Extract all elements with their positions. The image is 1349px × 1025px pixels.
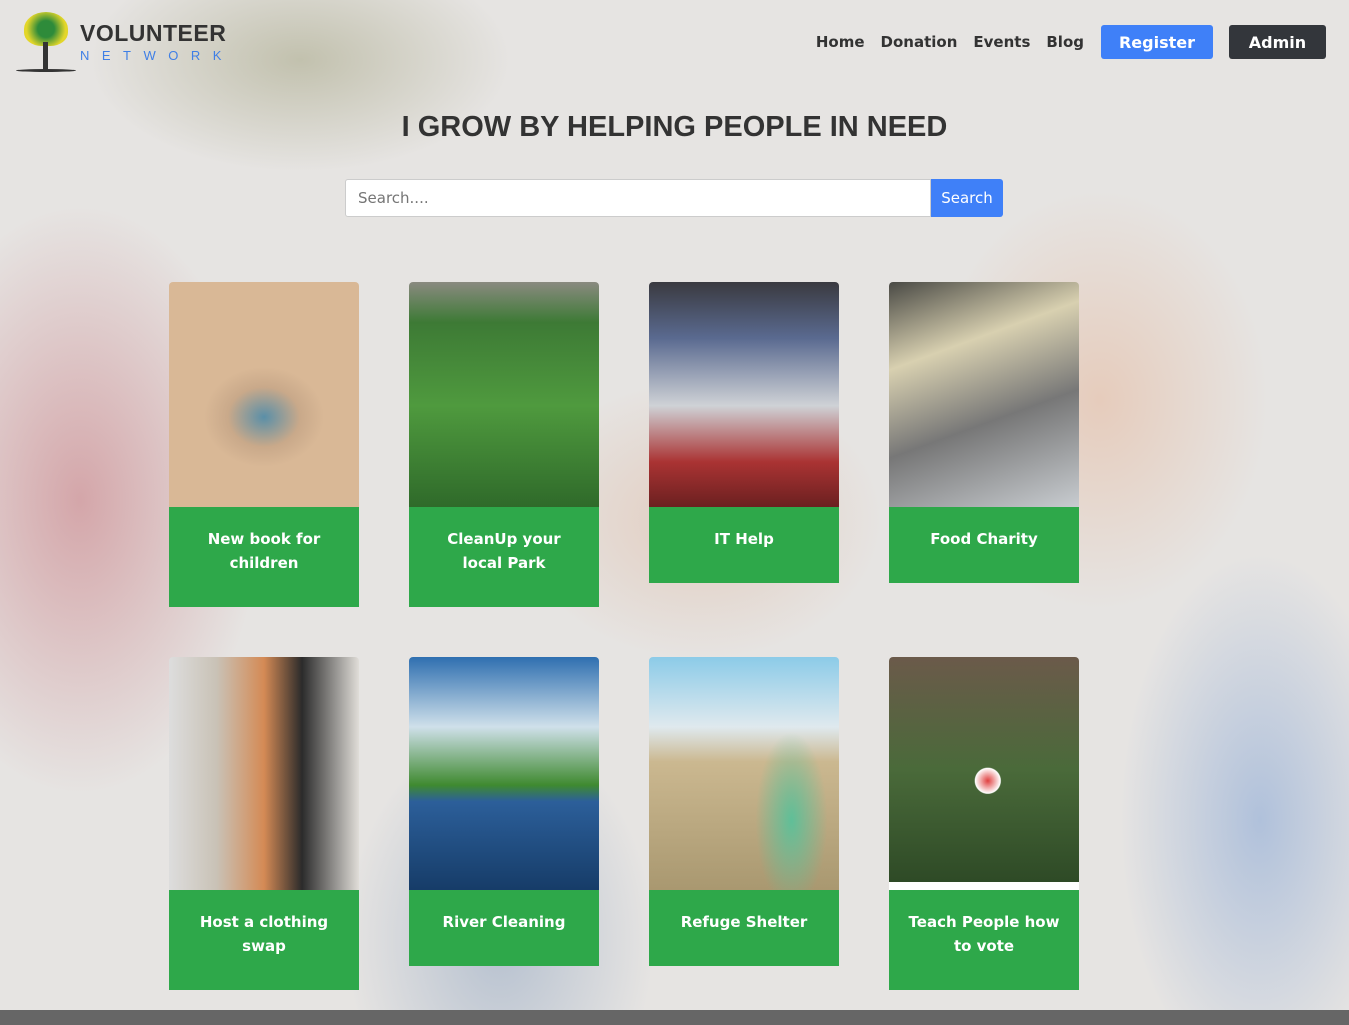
event-card[interactable]: Teach People how to vote [889,657,1079,990]
river-image [409,657,599,890]
event-card[interactable]: CleanUp your local Park [409,282,599,607]
food-donation-image [889,282,1079,507]
park-image [409,282,599,507]
nav-events[interactable]: Events [973,33,1030,51]
event-card[interactable]: IT Help [649,282,839,583]
admin-button[interactable]: Admin [1229,25,1326,59]
footer-bar [0,1010,1349,1025]
logo-subtitle: NETWORK [80,48,234,63]
event-card[interactable]: Food Charity [889,282,1079,583]
logo[interactable]: VOLUNTEER NETWORK [16,10,234,72]
register-button[interactable]: Register [1101,25,1213,59]
event-card[interactable]: Refuge Shelter [649,657,839,966]
event-card[interactable]: Host a clothing swap [169,657,359,990]
clothes-rack-image [169,657,359,890]
card-title: CleanUp your local Park [409,507,599,607]
search-button[interactable]: Search [931,179,1003,217]
search-bar: Search [345,179,1003,217]
card-title: IT Help [649,507,839,583]
nav-home[interactable]: Home [816,33,865,51]
nav-blog[interactable]: Blog [1046,33,1084,51]
event-card[interactable]: New book for children [169,282,359,607]
page-title: I GROW BY HELPING PEOPLE IN NEED [401,111,948,143]
card-title: Refuge Shelter [649,890,839,966]
card-title: River Cleaning [409,890,599,966]
card-title: Food Charity [889,507,1079,583]
voted-sticker-image [889,657,1079,882]
main-nav: Home Donation Events Blog Register Admin [800,25,1326,59]
card-title: Teach People how to vote [889,890,1079,990]
books-image [169,282,359,507]
search-input[interactable] [345,179,931,217]
card-title: Host a clothing swap [169,890,359,990]
nav-donation[interactable]: Donation [881,33,958,51]
event-card[interactable]: River Cleaning [409,657,599,966]
card-title: New book for children [169,507,359,607]
child-image [649,657,839,890]
logo-title: VOLUNTEER [80,20,227,46]
tree-logo-icon [16,10,76,72]
laptop-image [649,282,839,507]
